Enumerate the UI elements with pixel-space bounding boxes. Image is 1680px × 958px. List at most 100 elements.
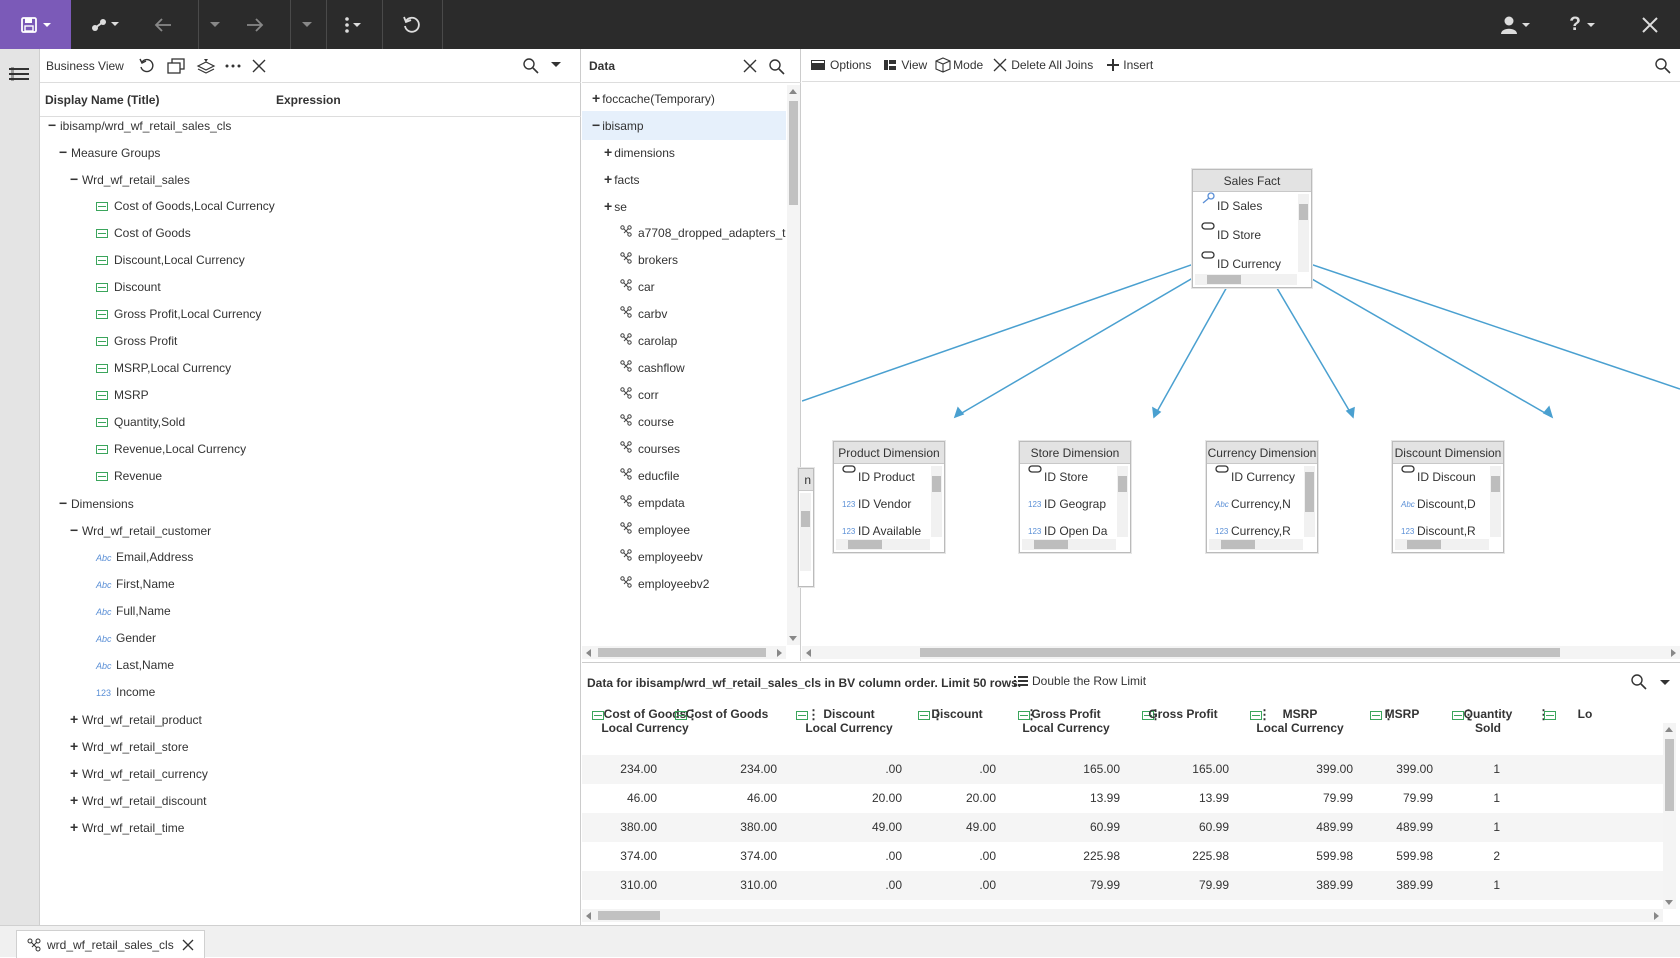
search-grid-button[interactable]: [1630, 673, 1648, 691]
data-folder-item[interactable]: + facts: [582, 165, 786, 194]
data-source-item[interactable]: a7708_dropped_adapters_t: [582, 219, 786, 248]
tree-field-item[interactable]: Abc Last,Name: [96, 651, 174, 680]
table-field[interactable]: ID Sales: [1193, 192, 1311, 221]
data-source-item[interactable]: courses: [582, 435, 786, 464]
forward-history-dropdown[interactable]: [294, 0, 320, 49]
dimension-table[interactable]: Currency Dimension ID Currency Abc Currency…: [1206, 441, 1318, 553]
expression-column-header[interactable]: Expression: [276, 93, 341, 107]
display-name-column-header[interactable]: Display Name (Title): [45, 93, 159, 107]
collapse-icon[interactable]: −: [592, 117, 600, 133]
copy-button[interactable]: [166, 57, 186, 75]
grid-column-header[interactable]: Discount Local Currency: [789, 707, 909, 735]
tree-measure-item[interactable]: Revenue,Local Currency: [96, 435, 246, 464]
grid-column-header[interactable]: Gross Profit: [1123, 707, 1243, 721]
tree-field-item[interactable]: Abc First,Name: [96, 570, 175, 599]
collapse-icon[interactable]: −: [59, 489, 71, 518]
table-title[interactable]: Sales Fact: [1193, 170, 1311, 192]
tree-measure-item[interactable]: Cost of Goods,Local Currency: [96, 192, 275, 221]
table-field[interactable]: ID Currency: [1207, 464, 1303, 491]
tree-group-item[interactable]: + Wrd_wf_retail_product: [70, 705, 202, 734]
collapse-icon[interactable]: −: [70, 516, 82, 545]
tree-measure-item[interactable]: Revenue: [96, 462, 162, 491]
tree-field-item[interactable]: Abc Email,Address: [96, 543, 193, 572]
table-vscroll[interactable]: [931, 466, 942, 537]
grid-hscroll[interactable]: [582, 909, 1663, 922]
grid-column-header[interactable]: Gross Profit Local Currency: [1006, 707, 1126, 735]
data-source-item[interactable]: employee: [582, 516, 786, 545]
expand-icon[interactable]: +: [70, 705, 82, 734]
tree-measure-item[interactable]: Gross Profit,Local Currency: [96, 300, 261, 329]
expand-icon[interactable]: +: [70, 813, 82, 842]
hamburger-menu-button[interactable]: [9, 67, 29, 81]
expand-icon[interactable]: +: [70, 759, 82, 788]
collapse-icon[interactable]: −: [48, 111, 60, 140]
table-vscroll[interactable]: [1117, 466, 1128, 537]
data-folder-item[interactable]: − ibisamp: [582, 111, 786, 140]
table-title[interactable]: Product Dimension: [834, 442, 944, 464]
user-menu-button[interactable]: [1496, 0, 1536, 49]
table-field[interactable]: Abc Currency,N: [1207, 491, 1303, 518]
collapse-icon[interactable]: −: [70, 165, 82, 194]
bv-options-dropdown[interactable]: [550, 61, 562, 69]
grid-column-header[interactable]: Cost of Goods: [667, 707, 787, 721]
tree-group-item[interactable]: + Wrd_wf_retail_discount: [70, 786, 207, 815]
table-hscroll[interactable]: [1022, 539, 1116, 550]
data-folder-item[interactable]: + dimensions: [582, 138, 786, 167]
connect-menu-button[interactable]: [86, 0, 126, 49]
data-source-item[interactable]: course: [582, 408, 786, 437]
data-source-item[interactable]: empdata: [582, 489, 786, 518]
table-field[interactable]: ID Store: [1020, 464, 1116, 491]
back-button[interactable]: [146, 0, 180, 49]
table-row[interactable]: 310.00 310.00.00.00 79.99 79.99 389.99 389.99…: [582, 871, 1663, 900]
undo-button[interactable]: [138, 57, 156, 75]
table-row[interactable]: 374.00 374.00.00.00 225.98 225.98 599.98 599.…: [582, 842, 1663, 871]
grid-vscroll[interactable]: [1663, 723, 1676, 909]
table-title[interactable]: Store Dimension: [1020, 442, 1130, 464]
search-bv-button[interactable]: [522, 57, 540, 75]
tree-group-item[interactable]: + Wrd_wf_retail_store: [70, 732, 189, 761]
dimension-table[interactable]: Store Dimension ID Store 123 ID Geograp 123 I…: [1019, 441, 1131, 553]
layers-button[interactable]: [196, 57, 216, 75]
tree-measure-item[interactable]: Quantity,Sold: [96, 408, 185, 437]
tree-measure-item[interactable]: Discount: [96, 273, 161, 302]
partial-table[interactable]: n: [798, 468, 814, 587]
table-title[interactable]: Currency Dimension: [1207, 442, 1317, 464]
tree-measure-item[interactable]: MSRP: [96, 381, 149, 410]
help-menu-button[interactable]: ?: [1564, 0, 1604, 49]
table-hscroll[interactable]: [836, 539, 930, 550]
dimension-table[interactable]: Discount Dimension ID Discoun Abc Discount,…: [1392, 441, 1504, 553]
close-tab-button[interactable]: [182, 939, 194, 951]
tree-measure-item[interactable]: Cost of Goods: [96, 219, 191, 248]
data-folder-item[interactable]: + se: [582, 192, 786, 221]
expand-icon[interactable]: +: [604, 198, 612, 214]
join-line-partial[interactable]: [802, 243, 1252, 402]
data-source-item[interactable]: educfile: [582, 462, 786, 491]
data-tree-hscroll[interactable]: [582, 646, 786, 659]
more-menu-button[interactable]: [336, 0, 372, 49]
tree-measure-item[interactable]: Discount,Local Currency: [96, 246, 245, 275]
table-vscroll[interactable]: [1490, 466, 1501, 537]
table-vscroll[interactable]: [1298, 194, 1309, 272]
grid-column-header[interactable]: Discount: [897, 707, 1017, 721]
save-menu-button[interactable]: [0, 0, 71, 49]
table-hscroll[interactable]: [1195, 274, 1297, 285]
table-hscroll[interactable]: [1209, 539, 1303, 550]
table-field[interactable]: 123 ID Geograp: [1020, 491, 1116, 518]
data-source-item[interactable]: brokers: [582, 246, 786, 275]
table-vscroll[interactable]: [800, 493, 811, 571]
tree-measure-item[interactable]: MSRP,Local Currency: [96, 354, 231, 383]
data-source-item[interactable]: carolap: [582, 327, 786, 356]
tree-measure-item[interactable]: Gross Profit: [96, 327, 177, 356]
table-field[interactable]: ID Discoun: [1393, 464, 1489, 491]
collapse-icon[interactable]: −: [59, 138, 71, 167]
close-bv-button[interactable]: [250, 57, 268, 75]
table-vscroll[interactable]: [1304, 466, 1315, 537]
search-data-button[interactable]: [768, 58, 786, 76]
tree-measure-groups[interactable]: − Measure Groups: [59, 138, 160, 167]
data-source-item[interactable]: car: [582, 273, 786, 302]
grid-options-dropdown[interactable]: [1659, 679, 1671, 687]
table-row[interactable]: 234.00 234.00.00.00 165.00 165.00 399.00 399.…: [582, 755, 1663, 784]
tree-dimensions[interactable]: − Dimensions: [59, 489, 134, 518]
tree-field-item[interactable]: Abc Gender: [96, 624, 156, 653]
table-row[interactable]: 46.00 46.00 20.00 20.00 13.99 13.99 79.99 79.99…: [582, 784, 1663, 813]
